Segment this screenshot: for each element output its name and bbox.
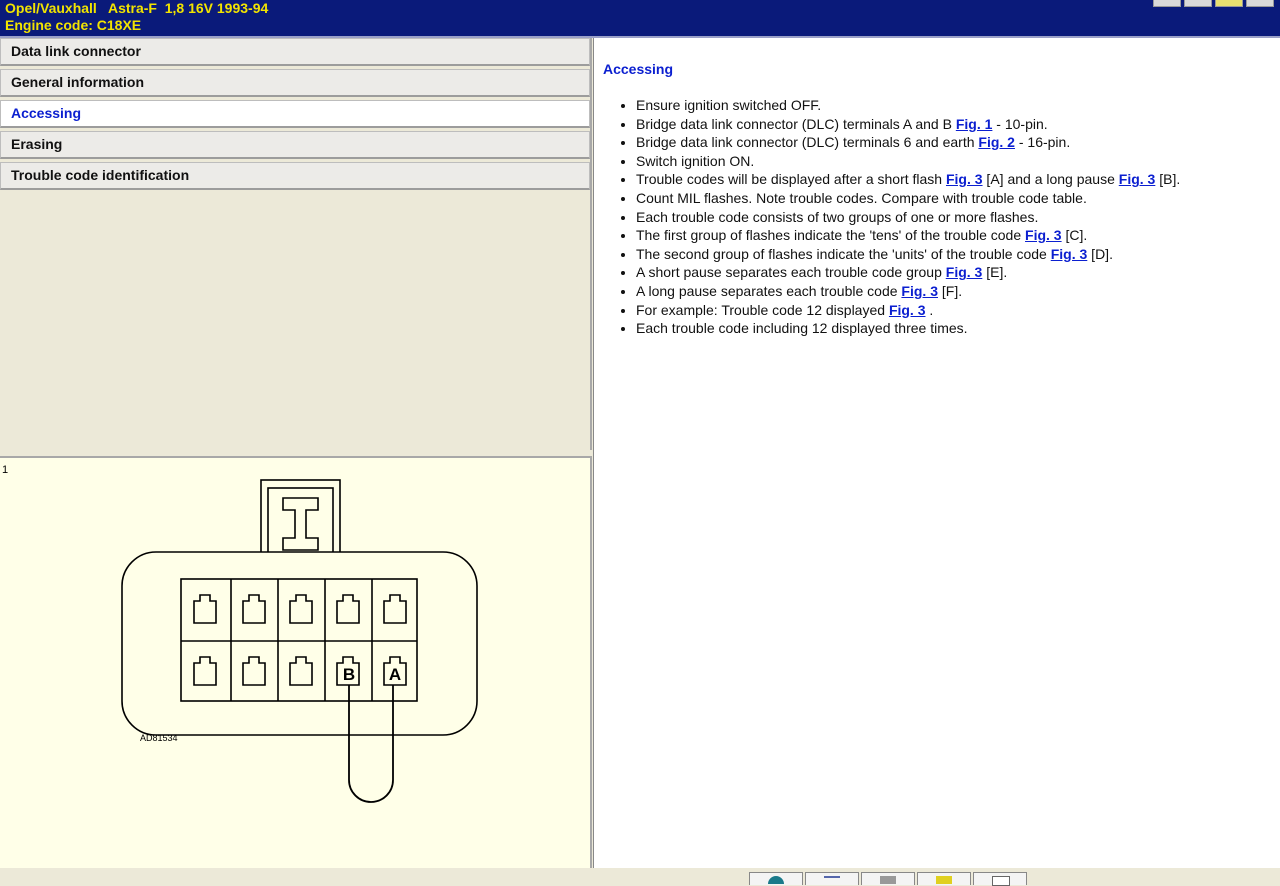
- nav-item-accessing[interactable]: Accessing: [0, 100, 590, 128]
- fig-1-link[interactable]: Fig. 1: [956, 116, 993, 132]
- nav-item-erasing[interactable]: Erasing: [0, 131, 590, 159]
- minimize-button[interactable]: [1153, 0, 1181, 7]
- list-item: Count MIL flashes. Note trouble codes. C…: [636, 189, 1180, 208]
- nav-item-data-link-connector[interactable]: Data link connector: [0, 38, 590, 66]
- restore-button[interactable]: [1184, 0, 1212, 7]
- toolbar-folder-button[interactable]: [917, 872, 971, 885]
- list-item: Ensure ignition switched OFF.: [636, 96, 1180, 115]
- list-item: Each trouble code consists of two groups…: [636, 208, 1180, 227]
- pin-b-label: B: [343, 665, 355, 684]
- list-item: Bridge data link connector (DLC) termina…: [636, 133, 1180, 152]
- toolbar-globe-button[interactable]: [749, 872, 803, 885]
- dlc-connector-diagram: B A: [121, 479, 478, 803]
- figure-panel: 1 B A AD81534: [0, 456, 592, 868]
- globe-icon: [768, 876, 784, 884]
- fig-3-link[interactable]: Fig. 3: [1119, 171, 1156, 187]
- fig-2-link[interactable]: Fig. 2: [978, 134, 1015, 150]
- vehicle-title: Opel/Vauxhall Astra-F 1,8 16V 1993-94: [5, 0, 269, 16]
- pin-a-label: A: [389, 665, 401, 684]
- close-button[interactable]: [1246, 0, 1274, 7]
- engine-code: Engine code: C18XE: [5, 17, 142, 33]
- nav-item-general-information[interactable]: General information: [0, 69, 590, 97]
- print-icon: [880, 876, 896, 884]
- fig-3-link[interactable]: Fig. 3: [1025, 227, 1062, 243]
- fig-3-link[interactable]: Fig. 3: [901, 283, 938, 299]
- page-icon: [992, 876, 1010, 886]
- fig-3-link[interactable]: Fig. 3: [946, 171, 983, 187]
- title-bar: Opel/Vauxhall Astra-F 1,8 16V 1993-94 En…: [0, 0, 1280, 38]
- folder-icon: [936, 876, 952, 884]
- section-nav: Data link connector General information …: [0, 38, 592, 450]
- toolbar-print-button[interactable]: [861, 872, 915, 885]
- figure-code: AD81534: [140, 733, 178, 743]
- content-pane: Accessing Ensure ignition switched OFF. …: [593, 38, 1280, 868]
- toolbar-page-button[interactable]: [973, 872, 1027, 886]
- help-button[interactable]: [1215, 0, 1243, 7]
- list-item: For example: Trouble code 12 displayed F…: [636, 301, 1180, 320]
- list-item: The first group of flashes indicate the …: [636, 226, 1180, 245]
- fig-3-link[interactable]: Fig. 3: [889, 302, 926, 318]
- instruction-list: Ensure ignition switched OFF. Bridge dat…: [618, 96, 1180, 338]
- section-title: Accessing: [603, 61, 674, 77]
- list-item: A long pause separates each trouble code…: [636, 282, 1180, 301]
- fig-3-link[interactable]: Fig. 3: [946, 264, 983, 280]
- list-item: A short pause separates each trouble cod…: [636, 263, 1180, 282]
- nav-item-trouble-code-identification[interactable]: Trouble code identification: [0, 162, 590, 190]
- list-item: Bridge data link connector (DLC) termina…: [636, 115, 1180, 134]
- pencil-icon: [824, 876, 840, 886]
- bottom-toolbar: [0, 868, 1280, 886]
- toolbar-edit-button[interactable]: [805, 872, 859, 885]
- list-item: Switch ignition ON.: [636, 152, 1180, 171]
- list-item: Trouble codes will be displayed after a …: [636, 170, 1180, 189]
- list-item: The second group of flashes indicate the…: [636, 245, 1180, 264]
- fig-3-link[interactable]: Fig. 3: [1051, 246, 1088, 262]
- window-buttons: [1153, 0, 1274, 7]
- list-item: Each trouble code including 12 displayed…: [636, 319, 1180, 338]
